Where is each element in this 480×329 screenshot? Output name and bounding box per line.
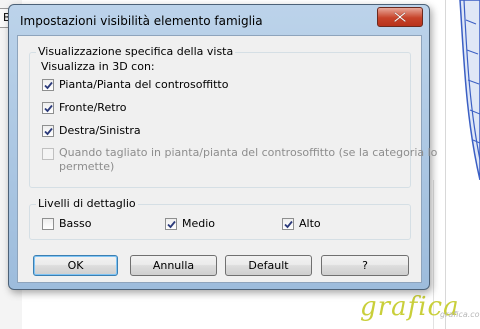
- detail-levels-legend: Livelli di dettaglio: [36, 197, 138, 210]
- ok-button[interactable]: OK: [33, 255, 118, 276]
- checkmark-icon: [167, 220, 176, 228]
- title-bar[interactable]: Impostazioni visibilità elemento famigli…: [9, 5, 429, 35]
- checkmark-icon: [44, 81, 53, 89]
- dialog-body: Visualizzazione specifica della vista Vi…: [17, 35, 437, 283]
- checkbox-coarse[interactable]: [42, 217, 54, 230]
- view-specific-group: Visualizzazione specifica della vista Vi…: [29, 45, 437, 188]
- dialog-title: Impostazioni visibilità elemento famigli…: [20, 14, 263, 28]
- checkmark-icon: [44, 104, 53, 112]
- watermark-caption: grafica.com: [440, 310, 480, 319]
- checkbox-fine[interactable]: [282, 217, 294, 230]
- option-when-cut-label: Quando tagliato in pianta/pianta del con…: [59, 146, 438, 159]
- checkmark-icon: [284, 220, 293, 228]
- background-divider: [445, 0, 446, 329]
- option-front-back-label: Fronte/Retro: [59, 101, 127, 114]
- option-fine-label: Alto: [299, 217, 321, 230]
- checkbox-plan-rcp[interactable]: [42, 78, 54, 91]
- background-drawing: [459, 0, 480, 180]
- option-front-back[interactable]: Fronte/Retro: [42, 101, 127, 114]
- checkmark-icon: [44, 127, 53, 135]
- option-left-right[interactable]: Destra/Sinistra: [42, 124, 141, 137]
- option-medium[interactable]: Medio: [165, 217, 215, 230]
- option-left-right-label: Destra/Sinistra: [59, 124, 141, 137]
- checkbox-when-cut: [42, 148, 54, 160]
- cancel-button[interactable]: Annulla: [130, 255, 217, 276]
- checkbox-medium[interactable]: [165, 217, 177, 230]
- option-coarse[interactable]: Basso: [42, 217, 91, 230]
- close-x-icon: [394, 12, 406, 22]
- default-button[interactable]: Default: [225, 255, 312, 276]
- option-plan-rcp[interactable]: Pianta/Pianta del controsoffitto: [42, 78, 228, 91]
- option-fine[interactable]: Alto: [282, 217, 321, 230]
- option-when-cut: Quando tagliato in pianta/pianta del con…: [42, 146, 437, 174]
- visibility-settings-dialog: Impostazioni visibilità elemento famigli…: [8, 4, 437, 290]
- option-coarse-label: Basso: [59, 217, 92, 230]
- view-specific-legend: Visualizzazione specifica della vista: [36, 45, 236, 58]
- option-plan-rcp-label: Pianta/Pianta del controsoffitto: [59, 78, 229, 91]
- help-button[interactable]: ?: [321, 255, 409, 276]
- checkbox-front-back[interactable]: [42, 101, 54, 114]
- option-when-cut-label-continued: permette): [59, 160, 115, 173]
- close-button[interactable]: [377, 7, 423, 27]
- checkbox-left-right[interactable]: [42, 124, 54, 137]
- option-medium-label: Medio: [182, 217, 216, 230]
- show-3d-label: Visualizza in 3D con:: [41, 60, 155, 73]
- detail-levels-group: Livelli di dettaglio Basso Medio Alto: [29, 197, 411, 240]
